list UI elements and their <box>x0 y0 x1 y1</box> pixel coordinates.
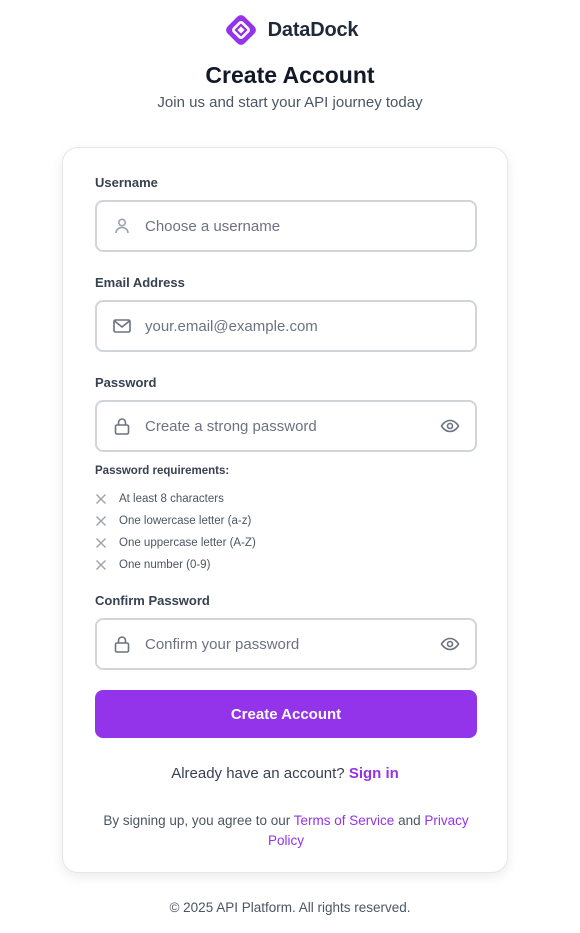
requirement-text: One uppercase letter (A-Z) <box>119 537 256 549</box>
signin-prompt: Already have an account? <box>171 765 345 782</box>
footer-copyright: © 2025 API Platform. All rights reserved… <box>169 900 411 915</box>
username-label: Username <box>95 175 158 190</box>
mail-icon <box>111 315 133 337</box>
legal-notice: By signing up, you agree to our Terms of… <box>93 811 479 851</box>
requirement-item: One number (0-9) <box>95 554 256 576</box>
show-password-eye-icon[interactable] <box>439 415 461 437</box>
requirement-item: One lowercase letter (a-z) <box>95 510 256 532</box>
email-field[interactable] <box>95 300 477 352</box>
x-icon <box>96 560 106 570</box>
username-field[interactable] <box>95 200 477 252</box>
x-icon <box>96 516 106 526</box>
diamond-link-logo-icon <box>225 15 256 45</box>
confirm-password-input[interactable] <box>145 620 425 668</box>
password-requirements-list: At least 8 characters One lowercase lett… <box>95 488 256 576</box>
brand-name: DataDock <box>267 18 359 41</box>
email-label: Email Address <box>95 275 185 290</box>
page-subtitle: Join us and start your API journey today <box>157 94 423 111</box>
confirm-password-label: Confirm Password <box>95 593 210 608</box>
lock-icon <box>111 415 133 437</box>
requirement-text: At least 8 characters <box>119 493 224 505</box>
requirement-item: At least 8 characters <box>95 488 256 510</box>
signin-prompt-row: Already have an account? Sign in <box>63 765 507 782</box>
x-icon <box>96 494 106 504</box>
requirement-item: One uppercase letter (A-Z) <box>95 532 256 554</box>
email-input[interactable] <box>145 302 425 350</box>
password-input[interactable] <box>145 402 425 450</box>
legal-prefix: By signing up, you agree to our <box>103 813 291 828</box>
legal-and: and <box>398 813 421 828</box>
page-title: Create Account <box>205 62 375 88</box>
terms-of-service-link[interactable]: Terms of Service <box>294 813 395 828</box>
user-icon <box>111 215 133 237</box>
confirm-password-field[interactable] <box>95 618 477 670</box>
requirement-text: One lowercase letter (a-z) <box>119 515 252 527</box>
brand: DataDock <box>0 14 580 46</box>
show-confirm-password-eye-icon[interactable] <box>439 633 461 655</box>
create-account-button[interactable]: Create Account <box>95 690 477 738</box>
requirement-text: One number (0-9) <box>119 559 211 571</box>
password-label: Password <box>95 375 157 390</box>
password-requirements-title: Password requirements: <box>95 465 230 477</box>
lock-icon <box>111 633 133 655</box>
username-input[interactable] <box>145 202 425 250</box>
password-field[interactable] <box>95 400 477 452</box>
sign-in-link[interactable]: Sign in <box>349 765 399 782</box>
x-icon <box>96 538 106 548</box>
signup-card: Username Email Address Password <box>62 147 508 873</box>
